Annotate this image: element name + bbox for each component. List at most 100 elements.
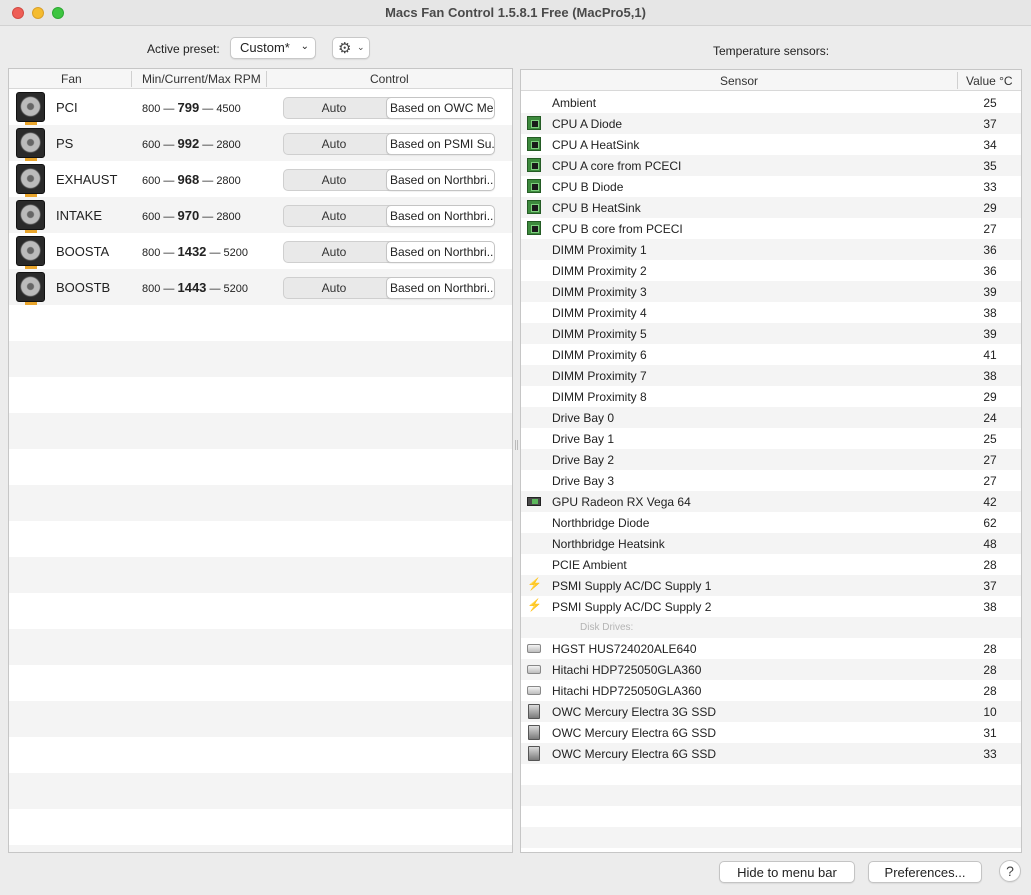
sensor-row[interactable]: CPU B HeatSink 29 (521, 197, 1021, 218)
sensor-row[interactable]: Drive Bay 2 27 (521, 449, 1021, 470)
auto-button[interactable]: Auto (284, 173, 384, 187)
sensor-row[interactable]: Drive Bay 1 25 (521, 428, 1021, 449)
auto-button[interactable]: Auto (284, 245, 384, 259)
custom-control-button[interactable]: Based on Northbri... (386, 205, 495, 227)
fan-max-rpm: 5200 (223, 247, 249, 259)
custom-control-button[interactable]: Based on OWC Me... (386, 97, 495, 119)
sensor-row[interactable]: DIMM Proximity 6 41 (521, 344, 1021, 365)
sensor-row[interactable]: Northbridge Heatsink 48 (521, 533, 1021, 554)
fan-rows: PCI 800 — 799 — 4500 Auto Based on OWC Me..… (9, 89, 512, 305)
sensor-value: 34 (983, 138, 997, 152)
sensor-row[interactable]: GPU Radeon RX Vega 64 42 (521, 491, 1021, 512)
fan-row[interactable]: PS 600 — 992 — 2800 Auto Based on PSMI Su..… (9, 125, 512, 161)
sensor-row[interactable]: CPU A core from PCECI 35 (521, 155, 1021, 176)
preferences-button[interactable]: Preferences... (868, 861, 982, 883)
sensor-value: 36 (983, 243, 997, 257)
value-column-header[interactable]: Value °C (966, 74, 1013, 88)
sensor-row[interactable]: DIMM Proximity 2 36 (521, 260, 1021, 281)
fan-column-header[interactable]: Fan (61, 72, 82, 86)
sensor-row[interactable]: CPU B core from PCECI 27 (521, 218, 1021, 239)
sensor-value: 38 (983, 369, 997, 383)
sensor-row[interactable]: Ambient 25 (521, 92, 1021, 113)
sensor-row[interactable]: Drive Bay 0 24 (521, 407, 1021, 428)
column-divider[interactable] (266, 71, 267, 87)
sensor-value: 27 (983, 222, 997, 236)
sensor-row[interactable]: PCIE Ambient 28 (521, 554, 1021, 575)
custom-control-button[interactable]: Based on Northbri... (386, 241, 495, 263)
sensor-row[interactable]: OWC Mercury Electra 3G SSD 10 (521, 701, 1021, 722)
custom-control-button[interactable]: Based on Northbri... (386, 169, 495, 191)
fan-current-rpm: 970 (177, 208, 200, 223)
lightning-bolt-icon: ⚡ (527, 598, 542, 612)
sensor-row[interactable]: CPU B Diode 33 (521, 176, 1021, 197)
sensor-row[interactable]: DIMM Proximity 7 38 (521, 365, 1021, 386)
fan-table: Fan Min/Current/Max RPM Control PCI 800 —… (8, 68, 513, 853)
rpm-column-header[interactable]: Min/Current/Max RPM (142, 72, 261, 86)
sensor-row[interactable]: Drive Bay 3 27 (521, 470, 1021, 491)
fan-name: PS (56, 136, 74, 151)
sensor-row[interactable]: DIMM Proximity 1 36 (521, 239, 1021, 260)
sensor-row[interactable]: OWC Mercury Electra 6G SSD 33 (521, 743, 1021, 764)
hard-drive-icon (527, 665, 541, 674)
fan-rpm: 800 — 1432 — 5200 (142, 244, 249, 259)
app-window: Macs Fan Control 1.5.8.1 Free (MacPro5,1… (0, 0, 1031, 895)
fan-row[interactable]: BOOSTB 800 — 1443 — 5200 Auto Based on Nort… (9, 269, 512, 305)
auto-button[interactable]: Auto (284, 137, 384, 151)
fan-row[interactable]: INTAKE 600 — 970 — 2800 Auto Based on North… (9, 197, 512, 233)
fan-current-rpm: 799 (177, 100, 200, 115)
sensor-name: DIMM Proximity 6 (552, 348, 647, 362)
sensor-row[interactable]: CPU A Diode 37 (521, 113, 1021, 134)
sensor-value: 33 (983, 180, 997, 194)
sensor-row[interactable]: OWC Mercury Electra 6G SSD 31 (521, 722, 1021, 743)
fan-icon (16, 272, 45, 305)
fan-row[interactable]: BOOSTA 800 — 1432 — 5200 Auto Based on Nort… (9, 233, 512, 269)
sensor-name: DIMM Proximity 5 (552, 327, 647, 341)
fan-max-rpm: 2800 (216, 211, 241, 223)
sensor-value: 42 (983, 495, 997, 509)
sensor-row[interactable]: Hitachi HDP725050GLA360 28 (521, 680, 1021, 701)
column-divider[interactable] (957, 72, 958, 89)
fan-rpm: 800 — 799 — 4500 (142, 100, 241, 115)
sensor-row[interactable]: DIMM Proximity 8 29 (521, 386, 1021, 407)
custom-control-button[interactable]: Based on PSMI Su... (386, 133, 495, 155)
sensor-row[interactable]: DIMM Proximity 3 39 (521, 281, 1021, 302)
auto-button[interactable]: Auto (284, 209, 384, 223)
fan-row[interactable]: PCI 800 — 799 — 4500 Auto Based on OWC Me..… (9, 89, 512, 125)
hide-to-menu-bar-button[interactable]: Hide to menu bar (719, 861, 855, 883)
cpu-chip-icon (527, 158, 541, 172)
sensor-row[interactable]: ⚡ PSMI Supply AC/DC Supply 1 37 (521, 575, 1021, 596)
sensor-column-header[interactable]: Sensor (720, 74, 758, 88)
sensor-row[interactable]: Northbridge Diode 62 (521, 512, 1021, 533)
auto-button[interactable]: Auto (284, 101, 384, 115)
column-divider[interactable] (131, 71, 132, 87)
fan-max-rpm: 2800 (216, 175, 241, 187)
sensor-row[interactable]: DIMM Proximity 4 38 (521, 302, 1021, 323)
split-view-divider[interactable] (515, 440, 518, 450)
sensor-row[interactable]: ⚡ PSMI Supply AC/DC Supply 2 38 (521, 596, 1021, 617)
custom-control-button[interactable]: Based on Northbri... (386, 277, 495, 299)
fan-name: PCI (56, 100, 78, 115)
sensor-name: OWC Mercury Electra 6G SSD (552, 726, 717, 740)
auto-button[interactable]: Auto (284, 281, 384, 295)
sensor-row[interactable]: HGST HUS724020ALE640 28 (521, 638, 1021, 659)
settings-menu-button[interactable]: ⚙ ⌄ (332, 37, 370, 59)
fan-name: INTAKE (56, 208, 102, 223)
fan-min-rpm: 600 (142, 139, 161, 151)
fan-min-rpm: 600 (142, 175, 161, 187)
empty-table-area (9, 305, 512, 852)
fan-row[interactable]: EXHAUST 600 — 968 — 2800 Auto Based on Nort… (9, 161, 512, 197)
sensor-name: CPU A Diode (552, 117, 623, 131)
fan-control-segmented: Auto Based on Northbri... (283, 241, 495, 263)
active-preset-label: Active preset: (147, 42, 220, 56)
preset-dropdown[interactable]: Custom* ⌄ (230, 37, 316, 59)
sensor-value: 10 (983, 705, 997, 719)
hard-drive-icon (527, 686, 541, 695)
sensor-rows: Ambient 25 CPU A Diode 37 CPU A HeatSink 34 CP… (521, 92, 1021, 764)
control-column-header[interactable]: Control (370, 72, 409, 86)
sensor-row[interactable]: Hitachi HDP725050GLA360 28 (521, 659, 1021, 680)
help-button[interactable]: ? (999, 860, 1021, 882)
sensor-row[interactable]: DIMM Proximity 5 39 (521, 323, 1021, 344)
sensor-value: 28 (983, 663, 997, 677)
fan-current-rpm: 968 (177, 172, 200, 187)
sensor-row[interactable]: CPU A HeatSink 34 (521, 134, 1021, 155)
